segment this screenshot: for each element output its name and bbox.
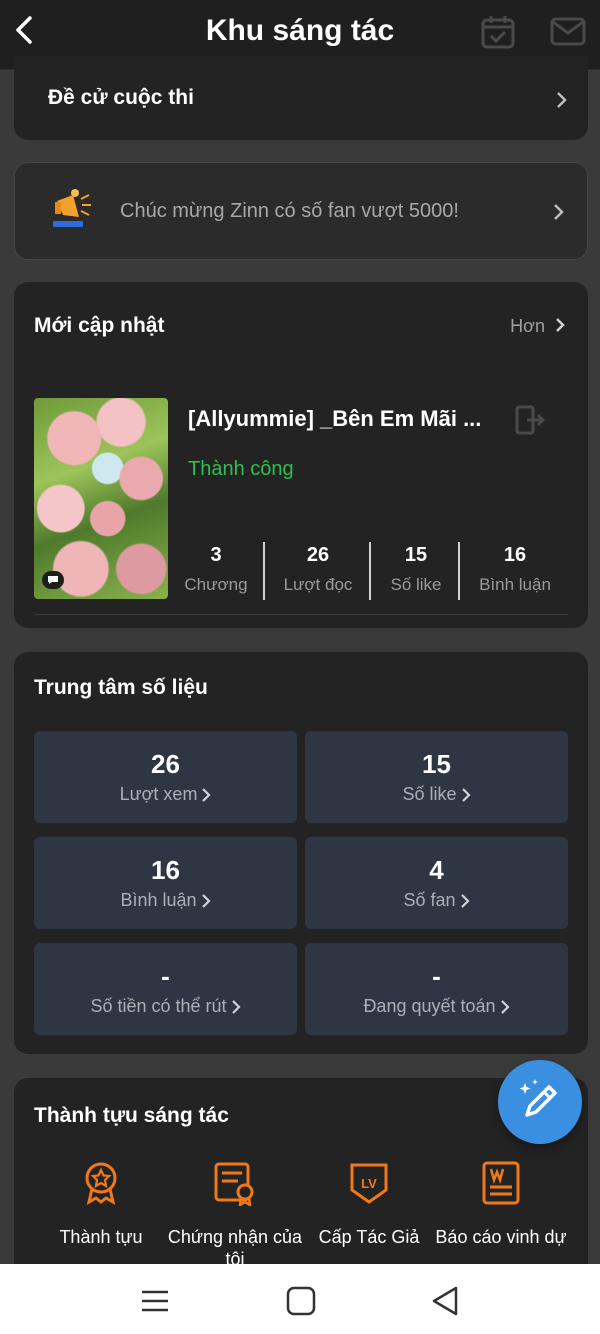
tile-label: Số like — [402, 784, 457, 804]
divider — [369, 542, 371, 600]
stat-value: 3 — [210, 544, 222, 566]
stat-label: Bình luận — [479, 575, 551, 594]
divider — [458, 542, 460, 600]
honor-report-icon — [478, 1160, 524, 1206]
section-title: Thành tựu sáng tác — [34, 1104, 229, 1127]
tile-value: 15 — [422, 749, 451, 779]
system-nav-bar — [0, 1264, 600, 1334]
data-center-section: Trung tâm số liệu 26 Lượt xem 15 Số like… — [14, 652, 588, 1054]
exit-door-icon[interactable] — [514, 404, 546, 436]
tile-label: Bình luận — [120, 890, 197, 910]
tile-value: 4 — [429, 855, 444, 885]
stat-reads: 26 Lượt đọc — [276, 544, 360, 595]
magic-pen-icon — [519, 1079, 557, 1117]
section-title: Trung tâm số liệu — [34, 676, 208, 699]
chevron-right-icon — [202, 787, 211, 802]
achievement-label: Cấp Tác Giả — [318, 1227, 420, 1247]
divider — [34, 614, 568, 615]
tile-label: Đang quyết toán — [363, 996, 496, 1016]
achievement-item[interactable]: Chứng nhận của tôi — [165, 1160, 305, 1270]
stat-value: 16 — [503, 544, 527, 566]
chevron-right-icon — [231, 999, 241, 1014]
chevron-right-icon — [556, 318, 565, 332]
megaphone-icon — [49, 185, 101, 237]
achievement-item[interactable]: Thành tựu — [31, 1160, 171, 1248]
mail-icon[interactable] — [550, 16, 586, 48]
more-link[interactable]: Hơn — [510, 316, 566, 337]
chevron-right-icon — [554, 89, 568, 111]
chevron-right-icon — [551, 201, 565, 223]
stat-label: Lượt đọc — [283, 575, 353, 594]
book-cover-image[interactable] — [34, 398, 168, 599]
section-title: Mới cập nhật — [34, 314, 165, 337]
chevron-right-icon — [500, 999, 510, 1014]
tile-value: - — [432, 961, 441, 991]
calendar-check-icon[interactable] — [480, 14, 516, 50]
chevron-right-icon — [201, 893, 211, 908]
stat-chapters: 3 Chương — [184, 544, 248, 595]
tile-views[interactable]: 26 Lượt xem — [34, 731, 297, 823]
level-badge-icon: LV — [346, 1160, 392, 1206]
achievement-label: Báo cáo vinh dự — [435, 1227, 567, 1247]
publish-status: Thành công — [188, 458, 294, 480]
comment-bubble-icon — [42, 571, 64, 589]
back-triangle-icon[interactable] — [428, 1284, 462, 1318]
achievement-label: Thành tựu — [59, 1227, 143, 1247]
medal-icon — [78, 1160, 124, 1206]
tile-label: Lượt xem — [119, 784, 198, 804]
stat-value: 26 — [306, 544, 330, 566]
tile-fans[interactable]: 4 Số fan — [305, 837, 568, 929]
home-icon[interactable] — [284, 1284, 318, 1318]
chevron-right-icon — [461, 787, 471, 802]
fan-milestone-notice[interactable]: Chúc mừng Zinn có số fan vượt 5000! — [14, 162, 588, 260]
more-label: Hơn — [510, 316, 545, 336]
tile-label: Số fan — [403, 890, 456, 910]
achievement-item[interactable]: Báo cáo vinh dự — [431, 1160, 571, 1248]
tile-label: Số tiền có thể rút — [90, 996, 227, 1016]
tile-value: 26 — [151, 749, 180, 779]
tile-withdrawable[interactable]: - Số tiền có thể rút — [34, 943, 297, 1035]
tile-value: 16 — [151, 855, 180, 885]
stat-value: 15 — [404, 544, 428, 566]
stat-likes: 15 Số like — [380, 544, 452, 595]
svg-text:LV: LV — [361, 1176, 377, 1191]
certificate-icon — [212, 1160, 258, 1208]
book-title[interactable]: [Allyummie] _Bên Em Mãi ... — [188, 406, 481, 432]
stat-comments: 16 Bình luận — [470, 544, 560, 595]
chevron-right-icon — [460, 893, 470, 908]
achievement-item[interactable]: LV Cấp Tác Giả — [299, 1160, 439, 1248]
contest-label: Đề cử cuộc thi — [48, 86, 194, 109]
notice-message: Chúc mừng Zinn có số fan vượt 5000! — [120, 200, 459, 222]
tile-comments[interactable]: 16 Bình luận — [34, 837, 297, 929]
recently-updated-section: Mới cập nhật Hơn [Allyummie] _Bên Em Mãi… — [14, 282, 588, 628]
stat-label: Chương — [184, 575, 248, 594]
write-fab-button[interactable] — [498, 1060, 582, 1144]
tile-likes[interactable]: 15 Số like — [305, 731, 568, 823]
divider — [263, 542, 265, 600]
recent-apps-icon[interactable] — [138, 1284, 172, 1318]
contest-nomination-row[interactable]: Đề cử cuộc thi — [14, 56, 588, 140]
stat-label: Số like — [390, 575, 442, 594]
tile-settling[interactable]: - Đang quyết toán — [305, 943, 568, 1035]
tile-value: - — [161, 961, 170, 991]
